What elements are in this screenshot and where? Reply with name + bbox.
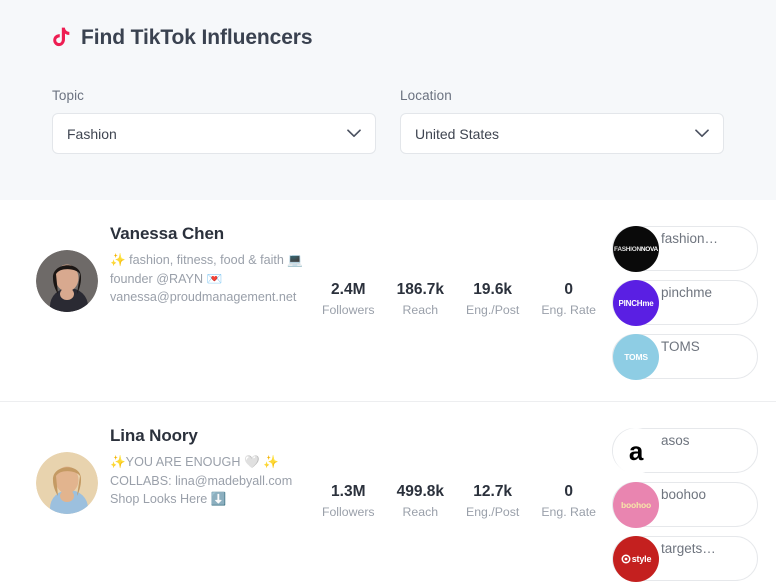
brand-tag[interactable]: PINCHme pinchme <box>612 280 758 326</box>
brand-tag[interactable]: FASHIONNOVA fashion… <box>612 226 758 272</box>
influencer-results-list: Vanessa Chen ✨ fashion, fitness, food & f… <box>0 200 776 583</box>
brand-name: TOMS <box>661 339 700 354</box>
brand-name: pinchme <box>661 285 713 300</box>
filter-location: Location United States <box>400 88 724 154</box>
chevron-down-icon <box>695 129 709 138</box>
brand-logo-icon: FASHIONNOVA <box>613 226 659 272</box>
stat-value: 0 <box>564 483 573 500</box>
influencer-name[interactable]: Lina Noory <box>110 426 306 446</box>
stat-followers: 2.4M Followers <box>311 280 386 319</box>
brand-name: targets… <box>661 541 716 556</box>
tiktok-icon <box>53 27 70 47</box>
stat-label: Eng./Post <box>466 302 520 317</box>
topic-label: Topic <box>52 88 85 103</box>
topic-select[interactable]: Fashion <box>52 113 376 154</box>
brand-tag[interactable]: boohoo boohoo <box>612 482 758 528</box>
stat-value: 12.7k <box>473 483 513 500</box>
brand-tags: a asos boohoo boohoo style targets… <box>612 424 758 582</box>
brand-logo-icon: a <box>613 428 659 474</box>
topic-selected-value: Fashion <box>67 125 117 142</box>
search-header: Find TikTok Influencers Topic Fashion Lo… <box>0 0 776 200</box>
filter-row: Topic Fashion Location United States <box>52 88 724 154</box>
brand-logo-icon: boohoo <box>613 482 659 528</box>
stat-value: 0 <box>564 281 573 298</box>
brand-tags: FASHIONNOVA fashion… PINCHme pinchme TOMS TOM… <box>612 222 758 380</box>
title-row: Find TikTok Influencers <box>52 26 724 50</box>
stat-label: Followers <box>321 302 375 317</box>
stat-eng-rate: 0 Eng. Rate <box>530 482 607 521</box>
stats-row: 2.4M Followers 186.7k Reach 19.6k Eng./Post 0 E… <box>306 222 612 319</box>
brand-logo-icon: PINCHme <box>613 280 659 326</box>
influencer-bio: ✨YOU ARE ENOUGH 🤍 ✨ COLLABS: lina@madeby… <box>110 455 293 507</box>
stat-label: Reach <box>402 504 439 519</box>
brand-tag[interactable]: a asos <box>612 428 758 474</box>
avatar[interactable] <box>36 452 98 514</box>
stat-eng-rate: 0 Eng. Rate <box>530 280 607 319</box>
stat-label: Eng. Rate <box>541 302 597 317</box>
location-label: Location <box>400 88 452 103</box>
page-title: Find TikTok Influencers <box>81 26 313 49</box>
stats-row: 1.3M Followers 499.8k Reach 12.7k Eng./Post 0 E… <box>306 424 612 521</box>
influencer-card[interactable]: Lina Noory ✨YOU ARE ENOUGH 🤍 ✨ COLLABS: l… <box>0 402 776 583</box>
brand-name: fashion… <box>661 231 719 246</box>
stat-label: Followers <box>321 504 375 519</box>
location-select[interactable]: United States <box>400 113 724 154</box>
stat-label: Eng. Rate <box>541 504 597 519</box>
influencer-name[interactable]: Vanessa Chen <box>110 224 306 244</box>
brand-logo-icon: style <box>613 536 659 582</box>
brand-logo-icon: TOMS <box>613 334 659 380</box>
influencer-info: Vanessa Chen ✨ fashion, fitness, food & f… <box>110 222 306 307</box>
stat-value: 19.6k <box>473 281 513 298</box>
avatar-cell <box>24 424 110 514</box>
influencer-card[interactable]: Vanessa Chen ✨ fashion, fitness, food & f… <box>0 200 776 402</box>
stat-label: Reach <box>402 302 439 317</box>
location-selected-value: United States <box>415 125 500 142</box>
filter-topic: Topic Fashion <box>52 88 376 154</box>
chevron-down-icon <box>347 129 361 138</box>
stat-eng-post: 19.6k Eng./Post <box>455 280 530 319</box>
stat-value: 499.8k <box>396 483 444 500</box>
influencer-info: Lina Noory ✨YOU ARE ENOUGH 🤍 ✨ COLLABS: l… <box>110 424 306 509</box>
brand-tag[interactable]: TOMS TOMS <box>612 334 758 380</box>
stat-followers: 1.3M Followers <box>311 482 386 521</box>
stat-value: 2.4M <box>331 281 366 298</box>
avatar-cell <box>24 222 110 312</box>
influencer-bio: ✨ fashion, fitness, food & faith 💻 found… <box>110 253 304 305</box>
brand-name: boohoo <box>661 487 707 502</box>
brand-tag[interactable]: style targets… <box>612 536 758 582</box>
avatar[interactable] <box>36 250 98 312</box>
stat-reach: 499.8k Reach <box>386 482 455 521</box>
stat-value: 1.3M <box>331 483 366 500</box>
stat-reach: 186.7k Reach <box>386 280 455 319</box>
brand-name: asos <box>661 433 690 448</box>
stat-eng-post: 12.7k Eng./Post <box>455 482 530 521</box>
stat-label: Eng./Post <box>466 504 520 519</box>
stat-value: 186.7k <box>396 281 444 298</box>
